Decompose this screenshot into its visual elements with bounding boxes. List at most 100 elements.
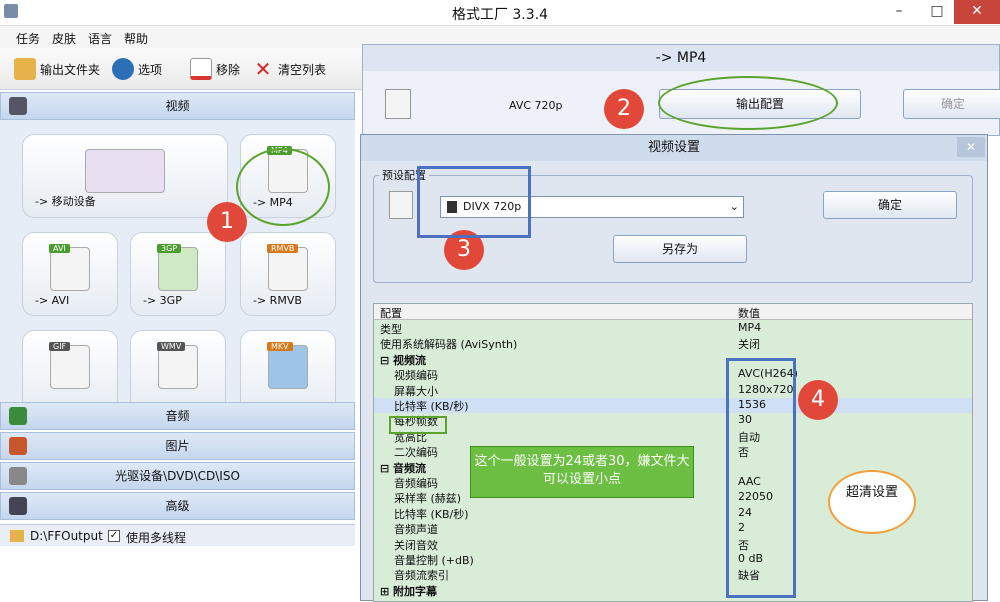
menu-item-skin[interactable]: 皮肤 xyxy=(52,30,76,47)
row-key: 音频声道 xyxy=(394,523,438,537)
section-video-label: 视频 xyxy=(165,99,190,113)
app-title: 格式工厂 3.3.4 xyxy=(451,7,549,23)
preset-highlight-box xyxy=(417,166,531,238)
rmvb-tag: RMVB xyxy=(267,244,299,253)
app-titlebar: 格式工厂 3.3.4 – □ ✕ xyxy=(0,0,1000,26)
section-rom[interactable]: 光驱设备\DVD\CD\ISO xyxy=(0,462,355,490)
table-row[interactable]: 每秒帧数 30 xyxy=(374,413,972,428)
folder-small-icon xyxy=(10,530,24,542)
mobile-device-icon xyxy=(85,149,165,193)
row-key: 视频编码 xyxy=(394,369,438,383)
mp4-ok-button[interactable]: 确定 xyxy=(903,89,1000,119)
wmv-icon: WMV xyxy=(157,342,198,389)
tile-mobile[interactable]: -> 移动设备 xyxy=(22,134,228,218)
options-button[interactable]: 选项 xyxy=(112,58,162,80)
section-rom-label: 光驱设备\DVD\CD\ISO xyxy=(115,469,240,483)
mp4-small-icon xyxy=(385,89,411,119)
3gp-icon: 3GP xyxy=(157,244,198,291)
clear-label: 清空列表 xyxy=(278,62,327,77)
mp4-profile-label: AVC 720p xyxy=(509,99,563,112)
tile-avi[interactable]: AVI -> AVI xyxy=(22,232,118,316)
tile-mobile-label: -> 移动设备 xyxy=(35,195,96,208)
section-picture[interactable]: 图片 xyxy=(0,432,355,460)
table-row[interactable]: 视频编码 AVC(H264) xyxy=(374,367,972,383)
tile-3gp[interactable]: 3GP -> 3GP xyxy=(130,232,226,316)
tile-avi-label: -> AVI xyxy=(35,294,70,307)
row-key: ⊟ 视频流 xyxy=(380,353,427,367)
row-key: ⊟ 音频流 xyxy=(380,461,427,475)
row-key: 音频流索引 xyxy=(394,569,449,583)
values-highlight-box xyxy=(726,358,796,598)
mp4-highlight-ring xyxy=(236,148,330,226)
table-row[interactable]: 关闭音效否 xyxy=(374,537,972,552)
multithread-checkbox[interactable]: ✓ xyxy=(108,530,120,542)
table-row[interactable]: ⊞ 附加字幕 xyxy=(374,583,972,598)
table-row[interactable]: ⊟ 视频流 xyxy=(374,352,972,367)
bubble-note: 超清设置 xyxy=(828,470,916,534)
row-value: 关闭 xyxy=(738,338,760,352)
folder-icon xyxy=(14,58,36,80)
close-button[interactable]: ✕ xyxy=(954,0,1000,24)
table-row[interactable]: 音频流索引 缺省 xyxy=(374,567,972,583)
menu-item-help[interactable]: 帮助 xyxy=(124,30,148,47)
section-picture-label: 图片 xyxy=(165,439,190,453)
section-advanced[interactable]: 高级 xyxy=(0,492,355,520)
remove-label: 移除 xyxy=(216,62,241,77)
maximize-button[interactable]: □ xyxy=(918,0,956,24)
mp4-ok-label: 确定 xyxy=(940,97,965,111)
row-value: MP4 xyxy=(738,321,762,334)
picture-icon xyxy=(9,437,27,455)
col-config: 配置 xyxy=(380,307,402,320)
options-label: 选项 xyxy=(138,62,163,77)
preset-icon xyxy=(389,191,413,219)
clear-list-button[interactable]: ✕ 清空列表 xyxy=(252,58,326,80)
section-video[interactable]: 视频 xyxy=(0,92,355,120)
table-row[interactable]: 宽高比 自动 xyxy=(374,429,972,444)
table-row[interactable]: 屏幕大小 1280x720 xyxy=(374,383,972,398)
video-icon xyxy=(9,97,27,115)
preset-ok-button[interactable]: 确定 xyxy=(823,191,957,219)
options-icon xyxy=(112,58,134,80)
disc-icon xyxy=(9,467,27,485)
callout-2: 2 xyxy=(604,89,644,129)
row-key: 类型 xyxy=(380,323,402,336)
row-key: 比特率 (KB/秒) xyxy=(394,400,469,413)
fps-highlight-box xyxy=(389,416,447,434)
table-row[interactable]: 使用系统解码器 (AviSynth) 关闭 xyxy=(374,336,972,352)
main-toolbar: 输出文件夹 选项 移除 ✕ 清空列表 xyxy=(0,48,362,90)
minimize-button[interactable]: – xyxy=(880,0,918,24)
row-key: 屏幕大小 xyxy=(394,384,438,398)
mp4-window-title: -> MP4 xyxy=(363,45,999,71)
table-header: 配置 数值 xyxy=(374,304,972,320)
gif-icon: GIF xyxy=(49,342,90,389)
chevron-down-icon: ⌄ xyxy=(729,200,739,213)
multithread-label: 使用多线程 xyxy=(126,531,187,545)
col-value: 数值 xyxy=(738,307,760,320)
tip-note: 这个一般设置为24或者30，嫌文件大可以设置小点 xyxy=(470,446,694,498)
rmvb-icon: RMVB xyxy=(267,244,308,291)
section-advanced-label: 高级 xyxy=(165,499,190,513)
output-path[interactable]: D:\FFOutput xyxy=(30,529,103,543)
section-audio-label: 音频 xyxy=(165,409,190,423)
row-key: 关闭音效 xyxy=(394,538,438,552)
row-key: 音量控制 (+dB) xyxy=(394,554,474,567)
gif-tag: GIF xyxy=(49,342,71,351)
save-as-button[interactable]: 另存为 xyxy=(613,235,747,263)
tile-rmvb[interactable]: RMVB -> RMVB xyxy=(240,232,336,316)
tile-wmv[interactable]: WMV xyxy=(130,330,226,402)
advanced-icon xyxy=(9,497,27,515)
tile-rmvb-label: -> RMVB xyxy=(253,294,302,307)
table-row[interactable]: 比特率 (KB/秒) 1536 xyxy=(374,398,972,414)
section-audio[interactable]: 音频 xyxy=(0,402,355,430)
menu-item-language[interactable]: 语言 xyxy=(88,30,112,47)
remove-button[interactable]: 移除 xyxy=(190,58,240,80)
tile-mkv[interactable]: MKV xyxy=(240,330,336,402)
output-folder-button[interactable]: 输出文件夹 xyxy=(14,58,100,80)
menu-item-task[interactable]: 任务 xyxy=(16,30,40,47)
vwin-close-button[interactable]: ✕ xyxy=(957,137,985,157)
row-key: 比特率 (KB/秒) xyxy=(394,507,469,521)
table-row[interactable]: 类型 MP4 xyxy=(374,321,972,336)
mkv-tag: MKV xyxy=(267,342,293,351)
tile-gif[interactable]: GIF xyxy=(22,330,118,402)
table-row[interactable]: 音量控制 (+dB) 0 dB xyxy=(374,552,972,567)
